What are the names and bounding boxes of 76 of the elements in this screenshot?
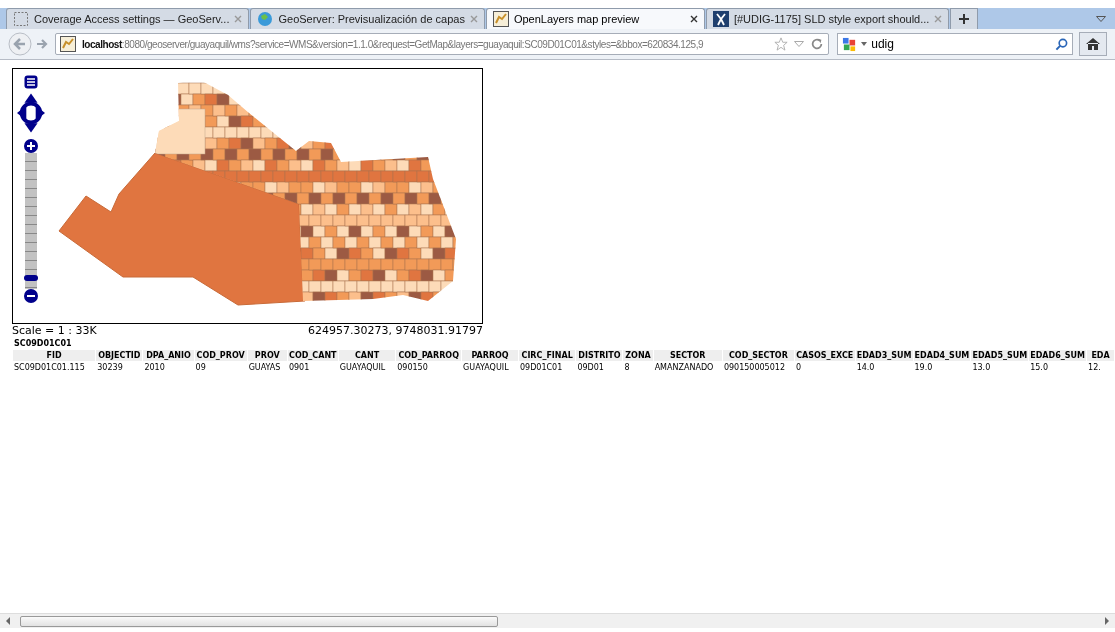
figure-icon: [712, 11, 729, 27]
table-cell-text: 14.0: [855, 362, 876, 373]
column-header: PROV: [247, 350, 287, 361]
horizontal-scrollbar[interactable]: [0, 613, 1115, 628]
home-button[interactable]: [1079, 32, 1107, 56]
column-header: SECTOR: [653, 350, 722, 361]
column-header: ZONA: [623, 350, 653, 361]
coordinates-label: 624957.30273, 9748031.91797: [308, 324, 483, 337]
column-header: CANT: [338, 350, 396, 361]
column-header: EDAD3_SUM: [855, 350, 913, 361]
column-header: COD_PARROQ: [396, 350, 462, 361]
layer-name: SC09D01C01: [14, 339, 73, 348]
table-cell-text: 09D01: [576, 362, 605, 373]
new-tab-button[interactable]: [950, 8, 979, 29]
layer-switcher-icon[interactable]: [24, 75, 38, 89]
scrollbar-thumb[interactable]: [20, 615, 498, 627]
dropdown-icon[interactable]: [1096, 15, 1106, 22]
table-cell-text: 090150: [396, 362, 429, 373]
search-icon[interactable]: [1055, 37, 1069, 51]
map-view[interactable]: [12, 68, 483, 324]
pan-arrows-icon[interactable]: [17, 93, 45, 133]
search-engine-icon[interactable]: [842, 36, 858, 52]
column-header: EDAD6_SUM: [1029, 350, 1087, 361]
table-cell-text: 09: [194, 362, 207, 373]
zoom-out-button[interactable]: [24, 289, 38, 303]
address-bar[interactable]: localhost:8080/geoserver/guayaquil/wms?service=WMS&version=1.1.0&request=GetMap&layers=guayaquil:SC09D01C01&styles=&bbox=620834.125,9: [55, 33, 830, 55]
map-icon: [492, 11, 509, 27]
table-cell-text: 19.0: [913, 362, 934, 373]
home-icon: [1085, 37, 1101, 51]
column-header: COD_SECTOR: [722, 350, 794, 361]
table-cell-text: 09D01C01: [518, 362, 564, 373]
table-cell-text: 30239: [96, 362, 124, 373]
column-header: OBJECTID: [96, 350, 143, 361]
column-header: DPA_ANIO: [143, 350, 194, 361]
column-header: EDAD5_SUM: [971, 350, 1029, 361]
browser-tab[interactable]: Coverage Access settings — GeoServ...: [6, 8, 250, 29]
map-icon: [60, 36, 76, 52]
plus-icon: [959, 14, 970, 24]
column-header: COD_CANT: [287, 350, 338, 361]
column-header: CIRC_FINAL: [518, 350, 576, 361]
table-cell-text: 0901: [287, 362, 311, 373]
table-cell-text: GUAYAQUIL: [338, 362, 387, 373]
star-icon[interactable]: [774, 37, 789, 51]
browser-tab[interactable]: [#UDIG-1175] SLD style export should...: [705, 8, 950, 29]
column-header: DISTRITO: [576, 350, 623, 361]
column-header: COD_PROV: [194, 350, 247, 361]
column-header: FID: [13, 350, 96, 361]
search-field[interactable]: udig: [837, 33, 1074, 55]
column-header: CASOS_EXCE: [794, 350, 855, 361]
table-cell-text: SC09D01C01.115: [13, 362, 86, 373]
browser-tab[interactable]: GeoServer: Previsualización de capas: [250, 8, 485, 29]
scale-label: Scale = 1 : 33K: [12, 324, 97, 337]
dotted-square-icon: [13, 11, 29, 27]
table-cell-text: 8: [623, 362, 631, 373]
table-cell-text: 13.0: [971, 362, 992, 373]
globe-icon: [257, 11, 274, 27]
reload-icon[interactable]: [810, 37, 825, 51]
browser-tab[interactable]: OpenLayers map preview: [485, 8, 705, 29]
table-cell-text: 090150005012: [722, 362, 786, 373]
table-cell-text: 12.: [1087, 362, 1102, 373]
table-cell-text: GUAYAQUIL: [462, 362, 510, 373]
scroll-left-icon[interactable]: [5, 617, 11, 625]
table-cell-text: GUAYAS: [247, 362, 282, 373]
column-header: PARROQ: [462, 350, 518, 361]
caret-icon[interactable]: [861, 42, 868, 46]
table-cell-text: 15.0: [1029, 362, 1049, 373]
zoom-in-button[interactable]: [24, 139, 38, 153]
table-cell-text: 2010: [143, 362, 166, 373]
table-cell-text: AMANZANADO: [653, 362, 715, 373]
table-cell-text: 0: [794, 362, 803, 373]
column-header: EDA: [1087, 350, 1114, 361]
scroll-right-icon[interactable]: [1104, 617, 1110, 625]
column-header: EDAD4_SUM: [913, 350, 971, 361]
close-icon[interactable]: [689, 15, 698, 23]
zoom-slider[interactable]: [25, 153, 37, 289]
slider-thumb[interactable]: [24, 275, 38, 282]
